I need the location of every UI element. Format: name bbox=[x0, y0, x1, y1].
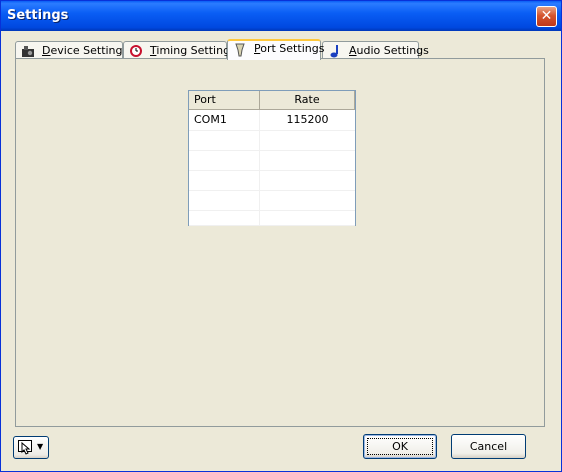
port-settings-panel: Port Rate COM1 115200 bbox=[15, 58, 545, 427]
tab-label: Audio Settings bbox=[349, 44, 429, 57]
close-button[interactable]: ✕ bbox=[536, 6, 557, 27]
cancel-label: Cancel bbox=[469, 440, 508, 453]
tab-label: Timing Settings bbox=[150, 44, 236, 57]
tab-port-settings[interactable]: Port Settings bbox=[227, 39, 325, 60]
tab-timing-settings[interactable]: Timing Settings bbox=[123, 41, 236, 59]
port-icon bbox=[233, 43, 247, 57]
port-list[interactable]: Port Rate COM1 115200 bbox=[188, 90, 356, 226]
ok-button[interactable]: OK bbox=[363, 434, 437, 459]
table-row[interactable] bbox=[189, 210, 355, 226]
device-icon bbox=[21, 44, 35, 58]
chevron-down-icon: ▼ bbox=[37, 442, 44, 451]
column-header-rate[interactable]: Rate bbox=[260, 91, 355, 109]
audio-icon bbox=[328, 44, 342, 58]
tab-label: Device Settings bbox=[42, 44, 129, 57]
table-row[interactable] bbox=[189, 170, 355, 191]
list-header: Port Rate bbox=[189, 91, 355, 110]
close-icon: ✕ bbox=[540, 8, 553, 24]
tab-label: Port Settings bbox=[254, 42, 325, 55]
settings-dialog: Settings ✕ Device Settings Timing Settin… bbox=[0, 0, 562, 472]
focus-rect bbox=[367, 438, 433, 455]
help-pointer-icon bbox=[18, 440, 34, 455]
title-bar[interactable]: Settings ✕ bbox=[1, 1, 561, 31]
table-row[interactable] bbox=[189, 190, 355, 211]
column-header-port[interactable]: Port bbox=[189, 91, 260, 109]
port-cell: COM1 bbox=[194, 113, 227, 126]
table-row[interactable]: COM1 115200 bbox=[189, 110, 355, 131]
cancel-button[interactable]: Cancel bbox=[451, 434, 526, 459]
table-row[interactable] bbox=[189, 130, 355, 151]
timing-icon bbox=[129, 44, 143, 58]
window-title: Settings bbox=[7, 8, 69, 23]
help-menu-button[interactable]: ▼ bbox=[13, 436, 49, 459]
tab-audio-settings[interactable]: Audio Settings bbox=[322, 41, 429, 59]
rate-cell: 115200 bbox=[286, 113, 329, 126]
table-row[interactable] bbox=[189, 150, 355, 171]
tab-device-settings[interactable]: Device Settings bbox=[15, 41, 128, 59]
